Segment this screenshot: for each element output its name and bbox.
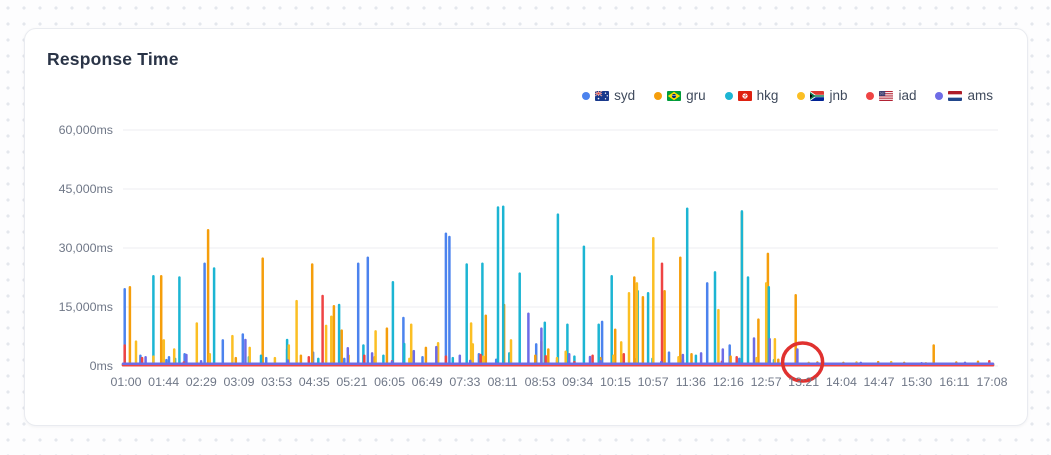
x-tick-label: 07:33 <box>449 375 481 389</box>
x-tick-label: 17:08 <box>976 375 1008 389</box>
x-tick-label: 06:05 <box>374 375 406 389</box>
x-tick-label: 05:21 <box>336 375 368 389</box>
y-tick-label: 15,000ms <box>58 300 113 314</box>
x-tick-label: 06:49 <box>411 375 443 389</box>
x-tick-label: 14:04 <box>825 375 857 389</box>
x-tick-label: 09:34 <box>562 375 594 389</box>
x-tick-label: 12:57 <box>750 375 782 389</box>
y-tick-label: 60,000ms <box>58 123 113 137</box>
x-tick-label: 03:09 <box>223 375 255 389</box>
x-tick-label: 02:29 <box>185 375 217 389</box>
x-tick-label: 10:57 <box>637 375 669 389</box>
x-tick-label: 14:47 <box>863 375 895 389</box>
y-tick-label: 45,000ms <box>58 182 113 196</box>
x-tick-label: 01:44 <box>148 375 180 389</box>
x-tick-label: 08:11 <box>487 375 518 389</box>
x-tick-label: 03:53 <box>261 375 293 389</box>
x-tick-label: 11:36 <box>675 375 706 389</box>
series-hkg <box>121 205 995 367</box>
x-tick-label: 12:16 <box>712 375 744 389</box>
x-tick-label: 16:11 <box>939 375 970 389</box>
x-tick-label: 15:30 <box>901 375 933 389</box>
x-tick-label: 04:35 <box>298 375 330 389</box>
x-tick-label: 10:15 <box>599 375 632 389</box>
page-background: Response Time syd gru hkg jnb iad ams 60,000m… <box>0 0 1051 455</box>
y-tick-label: 30,000ms <box>58 241 113 255</box>
y-tick-label: 0ms <box>89 359 113 373</box>
response-time-card: Response Time syd gru hkg jnb iad ams 60,000m… <box>24 28 1028 426</box>
response-time-chart[interactable] <box>25 29 1027 425</box>
x-tick-label: 08:53 <box>524 375 556 389</box>
x-tick-label: 13:21 <box>788 375 820 389</box>
x-tick-label: 01:00 <box>110 375 142 389</box>
